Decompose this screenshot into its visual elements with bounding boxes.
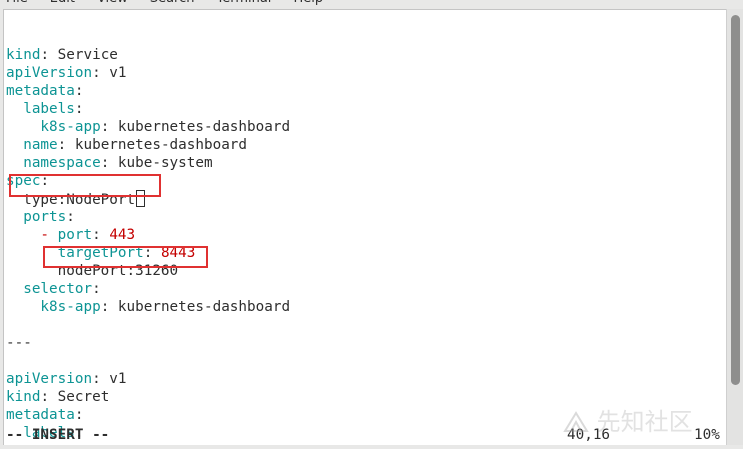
code-line[interactable]: [6, 28, 290, 46]
code-line[interactable]: k8s-app: kubernetes-dashboard: [6, 118, 290, 136]
menu-item-help[interactable]: Help: [293, 0, 323, 6]
yaml-key: k8s-app: [6, 299, 101, 315]
yaml-text: :: [74, 83, 84, 99]
code-line[interactable]: [6, 352, 290, 370]
yaml-text: nodePort:31260: [6, 263, 179, 279]
yaml-key: targetPort: [6, 245, 144, 261]
yaml-key: apiVersion: [6, 371, 93, 387]
yaml-text: -: [6, 227, 58, 243]
yaml-key: ports: [6, 209, 67, 225]
code-line[interactable]: [6, 316, 290, 334]
yaml-key: namespace: [6, 155, 101, 171]
yaml-key: kind: [6, 47, 41, 63]
terminal-pane[interactable]: kind: Service apiVersion: v1 metadata: lab…: [3, 9, 726, 445]
code-line[interactable]: kind: Service: [6, 46, 290, 64]
yaml-text: :: [74, 407, 84, 423]
code-line[interactable]: targetPort: 8443: [6, 244, 290, 262]
yaml-text: : kube-system: [100, 155, 213, 171]
yaml-text: :: [40, 173, 50, 189]
yaml-text: : kubernetes-dashboard: [57, 137, 248, 153]
vim-status-line: -- INSERT -- 40,16 10%: [6, 426, 724, 444]
yaml-text: : kubernetes-dashboard: [100, 299, 291, 315]
yaml-text: ---: [6, 335, 32, 351]
yaml-text: : v1: [92, 371, 127, 387]
insert-mode-indicator: -- INSERT --: [6, 427, 110, 443]
code-line[interactable]: type:NodePort: [6, 190, 290, 208]
vim-buffer[interactable]: kind: Service apiVersion: v1 metadata: lab…: [6, 28, 290, 442]
yaml-key: k8s-app: [6, 119, 101, 135]
yaml-text: : Service: [40, 47, 118, 63]
text-cursor: [136, 190, 146, 207]
yaml-key: name: [6, 137, 58, 153]
code-line[interactable]: namespace: kube-system: [6, 154, 290, 172]
menu-item-search[interactable]: Search: [150, 0, 195, 6]
yaml-key: selector: [6, 281, 93, 297]
yaml-key: port: [57, 227, 93, 243]
code-line[interactable]: labels:: [6, 100, 290, 118]
menu-item-edit[interactable]: Edit: [50, 0, 75, 6]
code-line[interactable]: nodePort:31260: [6, 262, 290, 280]
yaml-text: :: [66, 209, 75, 225]
menu-bar: File Edit View Search Terminal Help: [0, 0, 743, 8]
code-line[interactable]: - port: 443: [6, 226, 290, 244]
vertical-scrollbar[interactable]: [726, 9, 743, 445]
yaml-text: : v1: [92, 65, 127, 81]
code-line[interactable]: apiVersion: v1: [6, 370, 290, 388]
yaml-key: spec: [6, 173, 41, 189]
code-line[interactable]: ---: [6, 334, 290, 352]
yaml-text: :: [92, 281, 101, 297]
yaml-key: apiVersion: [6, 65, 93, 81]
yaml-text: :: [143, 245, 161, 261]
code-line[interactable]: ports:: [6, 208, 290, 226]
yaml-text: :: [92, 227, 110, 243]
menu-item-file[interactable]: File: [6, 0, 28, 6]
scrollbar-thumb[interactable]: [731, 15, 740, 385]
code-line[interactable]: metadata:: [6, 82, 290, 100]
yaml-key: metadata: [6, 83, 75, 99]
code-line[interactable]: selector:: [6, 280, 290, 298]
menu-item-terminal[interactable]: Terminal: [216, 0, 271, 6]
yaml-key: kind: [6, 389, 41, 405]
menu-item-view[interactable]: View: [97, 0, 128, 6]
code-line[interactable]: apiVersion: v1: [6, 64, 290, 82]
code-line[interactable]: name: kubernetes-dashboard: [6, 136, 290, 154]
terminal-window: FileEditViewSearchTerminalHelp kind: Ser…: [0, 0, 743, 449]
yaml-text: : kubernetes-dashboard: [100, 119, 291, 135]
yaml-key: metadata: [6, 407, 75, 423]
yaml-text: :: [74, 101, 84, 117]
yaml-text: : Secret: [40, 389, 110, 405]
yaml-number: 443: [109, 227, 136, 243]
code-line[interactable]: metadata:: [6, 406, 290, 424]
code-line[interactable]: spec:: [6, 172, 290, 190]
cursor-position: 40,16: [567, 427, 611, 443]
scroll-percent: 10%: [694, 427, 720, 443]
code-line[interactable]: k8s-app: kubernetes-dashboard: [6, 298, 290, 316]
yaml-key: labels: [6, 101, 75, 117]
yaml-number: 8443: [160, 245, 196, 261]
yaml-text: type:NodePort: [6, 192, 136, 208]
code-line[interactable]: kind: Secret: [6, 388, 290, 406]
